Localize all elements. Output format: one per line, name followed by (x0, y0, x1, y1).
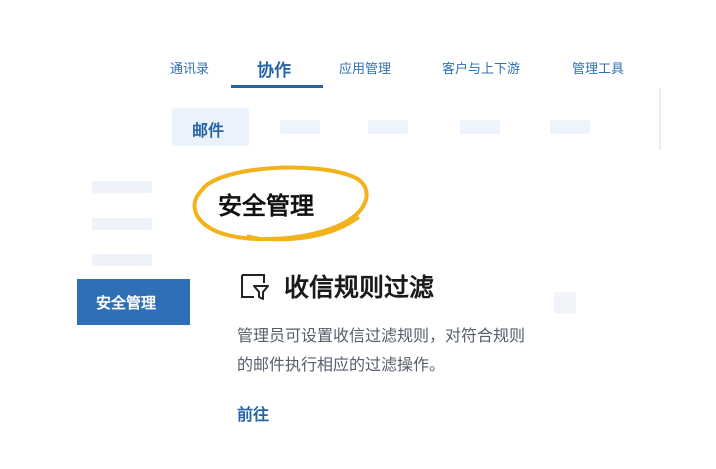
subtab-mail-label: 邮件 (192, 121, 225, 140)
subtab-blurred-2[interactable] (368, 120, 408, 134)
tab-collaboration[interactable]: 协作 (257, 56, 291, 81)
sidebar-item-blurred-1[interactable] (92, 181, 152, 193)
highlight-title: 安全管理 (218, 192, 314, 220)
tab-customers-partners[interactable]: 客户与上下游 (442, 58, 520, 77)
top-nav: 通讯录 协作 应用管理 客户与上下游 管理工具 (0, 0, 716, 92)
tab-contacts[interactable]: 通讯录 (170, 58, 209, 77)
subtab-blurred-3[interactable] (460, 120, 500, 134)
sidebar-item-blurred-3[interactable] (92, 254, 152, 266)
tab-management-tools[interactable]: 管理工具 (572, 58, 624, 77)
card-title: 收信规则过滤 (284, 273, 435, 302)
blurred-card-icon (554, 292, 576, 314)
sidebar-item-security-label: 安全管理 (96, 294, 157, 312)
sidebar-item-blurred-2[interactable] (92, 218, 152, 230)
tab-app-management[interactable]: 应用管理 (339, 58, 391, 77)
mail-filter-icon (241, 274, 269, 300)
goto-link[interactable]: 前往 (237, 401, 269, 425)
card-description: 管理员可设置收信过滤规则，对符合规则的邮件执行相应的过滤操作。 (237, 326, 526, 374)
active-tab-underline (231, 85, 323, 88)
subtab-blurred-1[interactable] (280, 120, 320, 134)
panel-edge-divider (659, 88, 661, 150)
subtab-blurred-4[interactable] (550, 120, 590, 134)
